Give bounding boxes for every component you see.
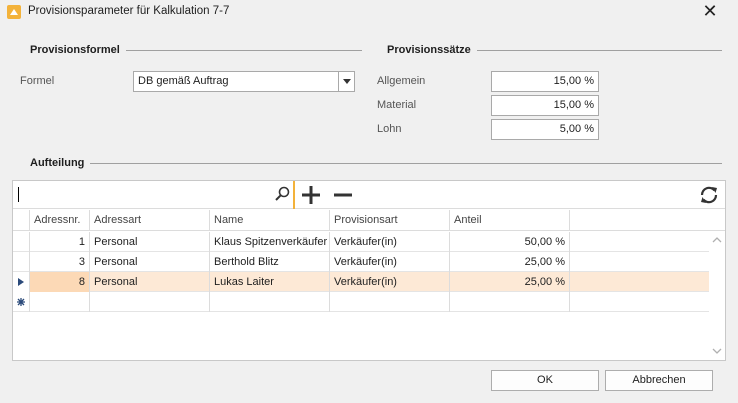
table-row-selected[interactable]: 8 Personal Lukas Laiter Verkäufer(in) 25…	[13, 272, 709, 292]
formel-select-value: DB gemäß Auftrag	[138, 75, 229, 87]
section-heading-aufteilung: Aufteilung	[12, 157, 91, 169]
cell-adressart[interactable]: Personal	[90, 252, 210, 272]
cell-adressnr[interactable]: 1	[30, 232, 90, 252]
chevron-down-icon[interactable]	[338, 72, 354, 91]
cell-name[interactable]	[210, 292, 330, 312]
search-input[interactable]	[13, 181, 295, 209]
cancel-button[interactable]: Abbrechen	[605, 370, 713, 391]
cell-adressart[interactable]: Personal	[90, 272, 210, 292]
cell-anteil[interactable]: 25,00 %	[450, 272, 570, 292]
plus-icon[interactable]	[300, 184, 322, 206]
section-heading-provisionssaetze: Provisionssätze	[372, 44, 477, 56]
row-header-spacer	[13, 210, 30, 230]
cell-adressart[interactable]	[90, 292, 210, 312]
row-header[interactable]	[13, 272, 30, 292]
table-row-new[interactable]	[13, 292, 709, 312]
cell-anteil[interactable]: 50,00 %	[450, 232, 570, 252]
allgemein-label: Allgemein	[377, 75, 426, 87]
lohn-field[interactable]: 5,00 %	[491, 119, 599, 140]
cell-provisionsart[interactable]	[330, 292, 450, 312]
formel-label: Formel	[20, 75, 55, 87]
close-icon[interactable]: ✕	[700, 0, 720, 22]
grid-header: Adressnr. Adressart Name Provisionsart A…	[13, 210, 725, 231]
column-header-adressart[interactable]: Adressart	[90, 210, 210, 230]
cell-provisionsart[interactable]: Verkäufer(in)	[330, 252, 450, 272]
table-row[interactable]: 3 Personal Berthold Blitz Verkäufer(in) …	[13, 252, 709, 272]
text-caret	[18, 187, 19, 202]
section-divider	[12, 163, 722, 164]
column-header-provisionsart[interactable]: Provisionsart	[330, 210, 450, 230]
cell-name[interactable]: Berthold Blitz	[210, 252, 330, 272]
column-header-name[interactable]: Name	[210, 210, 330, 230]
column-header-anteil[interactable]: Anteil	[450, 210, 570, 230]
row-header[interactable]	[13, 232, 30, 252]
row-header[interactable]	[13, 252, 30, 272]
cell-adressart[interactable]: Personal	[90, 232, 210, 252]
new-row-icon	[17, 298, 25, 306]
app-icon	[7, 5, 21, 19]
cell-name[interactable]: Lukas Laiter	[210, 272, 330, 292]
row-pointer-icon	[18, 278, 24, 286]
material-field[interactable]: 15,00 %	[491, 95, 599, 116]
column-header-adressnr[interactable]: Adressnr.	[30, 210, 90, 230]
scroll-down-icon[interactable]	[712, 346, 722, 356]
cell-adressnr[interactable]: 8	[30, 272, 90, 292]
material-label: Material	[377, 99, 417, 111]
minus-icon[interactable]	[332, 184, 354, 206]
formel-select[interactable]: DB gemäß Auftrag	[133, 71, 355, 92]
cell-anteil[interactable]: 25,00 %	[450, 252, 570, 272]
cell-provisionsart[interactable]: Verkäufer(in)	[330, 232, 450, 252]
cell-provisionsart[interactable]: Verkäufer(in)	[330, 272, 450, 292]
cell-adressnr[interactable]	[30, 292, 90, 312]
cell-name[interactable]: Klaus Spitzenverkäufer	[210, 232, 330, 252]
lohn-label: Lohn	[377, 123, 402, 135]
section-heading-provisionsformel: Provisionsformel	[12, 44, 126, 56]
cell-anteil[interactable]	[450, 292, 570, 312]
allgemein-field[interactable]: 15,00 %	[491, 71, 599, 92]
grid-toolbar	[13, 181, 725, 209]
ok-button[interactable]: OK	[491, 370, 599, 391]
scroll-up-icon[interactable]	[712, 235, 722, 245]
table-row[interactable]: 1 Personal Klaus Spitzenverkäufer Verkäu…	[13, 232, 709, 252]
cell-adressnr[interactable]: 3	[30, 252, 90, 272]
search-icon[interactable]	[273, 185, 295, 207]
row-header[interactable]	[13, 292, 30, 312]
aufteilung-grid: Adressnr. Adressart Name Provisionsart A…	[12, 180, 726, 361]
refresh-icon[interactable]	[698, 184, 720, 206]
window-title: Provisionsparameter für Kalkulation 7-7	[28, 5, 230, 17]
